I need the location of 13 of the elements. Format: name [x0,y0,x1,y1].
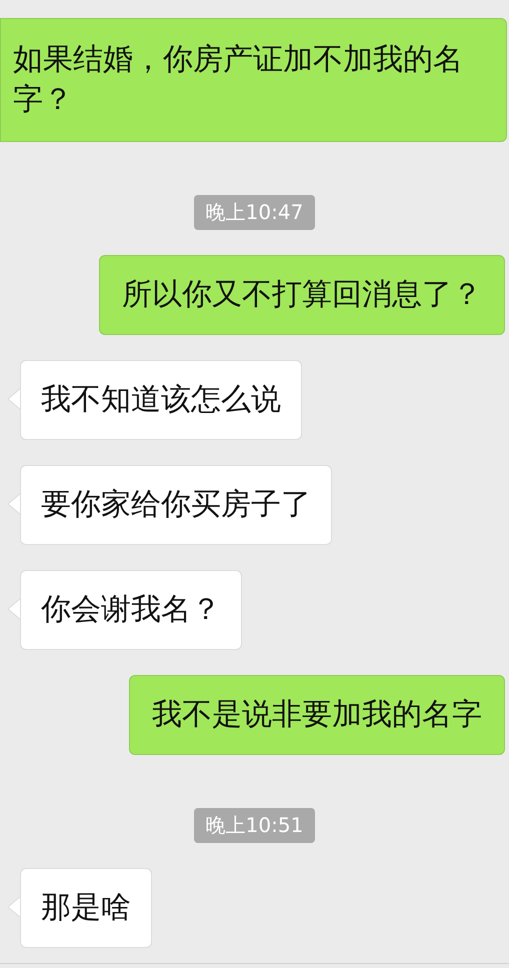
timestamp: 晚上10:47 [194,195,316,230]
sent-message-bubble: 我不是说非要加我的名字 [129,675,505,755]
sent-message-bubble: 所以你又不打算回消息了？ [99,255,505,335]
received-message-bubble: 那是啥 [20,868,152,948]
bubble-tail-icon [8,388,21,410]
bubble-tail-icon [8,598,21,620]
received-message-bubble: 要你家给你买房子了 [20,465,332,545]
received-message-bubble: 我不知道该怎么说 [20,360,302,440]
bubble-tail-icon [8,896,21,918]
timestamp: 晚上10:51 [194,808,316,843]
sent-message-bubble: 如果结婚，你房产证加不加我的名字？ [0,18,507,142]
received-message-bubble: 你会谢我名？ [20,570,242,650]
bubble-tail-icon [8,493,21,515]
